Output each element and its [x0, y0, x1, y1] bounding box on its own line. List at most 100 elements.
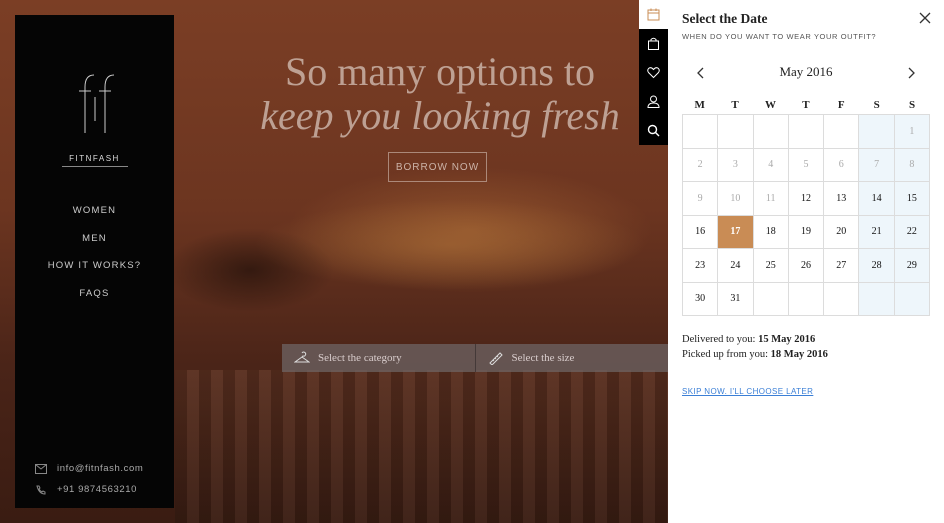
skip-date-link[interactable]: SKIP NOW. I'LL CHOOSE LATER	[682, 387, 813, 396]
user-icon	[647, 95, 660, 108]
weekday-header: MTWTFSS	[682, 99, 930, 111]
calendar-day[interactable]: 23	[683, 249, 719, 283]
contact-email[interactable]: info@fitnfash.com	[35, 458, 143, 479]
month-navigator: May 2016	[682, 64, 930, 82]
calendar-day: 7	[859, 148, 895, 182]
date-picker-panel: Select the Date WHEN DO YOU WANT TO WEAR…	[668, 0, 944, 523]
category-select-label: Select the category	[318, 352, 402, 364]
sidebar: FITNFASH WOMEN MEN HOW IT WORKS? FAQS in…	[15, 15, 174, 508]
calendar-empty-cell	[753, 115, 789, 149]
hero-carved-furniture	[175, 370, 668, 523]
size-select[interactable]: Select the size	[474, 344, 669, 372]
weekday-label: F	[837, 99, 845, 111]
calendar-day[interactable]: 26	[788, 249, 825, 283]
chevron-right-icon[interactable]	[904, 66, 918, 80]
calendar-day[interactable]: 24	[718, 249, 754, 283]
calendar-day[interactable]: 13	[824, 182, 860, 216]
delivered-row: Delivered to you: 15 May 2016	[682, 332, 828, 347]
calendar-day: 1	[894, 115, 930, 149]
calendar-empty-cell	[753, 282, 789, 316]
calendar-empty-cell	[824, 282, 860, 316]
wishlist-button[interactable]	[639, 58, 668, 87]
calendar-empty-cell	[683, 115, 719, 149]
weekday-label: T	[802, 99, 810, 111]
calendar-day: 5	[788, 148, 825, 182]
nav-item-faqs[interactable]: FAQS	[15, 288, 174, 316]
ruler-icon	[488, 352, 503, 365]
calendar-day[interactable]: 29	[894, 249, 930, 283]
calendar-day[interactable]: 16	[683, 215, 719, 249]
contact-phone[interactable]: +91 9874563210	[35, 479, 143, 500]
pickup-date: 18 May 2016	[770, 349, 828, 360]
account-button[interactable]	[639, 87, 668, 116]
brand-name: FITNFASH	[69, 154, 120, 163]
search-icon	[647, 124, 660, 137]
hero-headline-line2: keep you looking fresh	[260, 93, 620, 138]
calendar-day: 6	[824, 148, 860, 182]
nav-item-women[interactable]: WOMEN	[15, 205, 174, 233]
weekday-label: T	[731, 99, 739, 111]
calendar-icon	[647, 8, 660, 21]
hero-headline-line1: So many options to	[284, 49, 596, 94]
calendar-day[interactable]: 14	[859, 182, 895, 216]
calendar-empty-cell	[788, 282, 825, 316]
calendar-day[interactable]: 27	[824, 249, 860, 283]
calendar-day[interactable]: 21	[859, 215, 895, 249]
calendar-day: 4	[753, 148, 789, 182]
mail-icon	[35, 463, 47, 474]
phone-icon	[36, 485, 46, 495]
close-icon[interactable]	[919, 12, 931, 24]
calendar-grid: 1 2 3 4 5 6 7 8 9 10 11 12 13 14 15 16 17 18 19 20 21 22 23 24 2…	[682, 114, 930, 316]
calendar-empty-cell	[894, 282, 930, 316]
category-select[interactable]: Select the category	[282, 344, 475, 372]
brand-divider	[62, 166, 128, 167]
hanger-icon	[294, 351, 310, 363]
calendar-day: 9	[683, 182, 719, 216]
nav-item-how-it-works[interactable]: HOW IT WORKS?	[15, 260, 174, 288]
hero-headline: So many options to keep you looking fres…	[230, 50, 650, 138]
cart-button[interactable]	[639, 29, 668, 58]
weekday-label: W	[764, 99, 776, 111]
calendar-day[interactable]: 28	[859, 249, 895, 283]
nav-item-men[interactable]: MEN	[15, 233, 174, 261]
calendar-day[interactable]: 19	[788, 215, 825, 249]
calendar-day: 11	[753, 182, 789, 216]
heart-icon	[647, 67, 660, 79]
size-select-label: Select the size	[511, 352, 575, 364]
month-label: May 2016	[779, 64, 833, 79]
calendar-day: 2	[683, 148, 719, 182]
calendar-day[interactable]: 30	[683, 282, 719, 316]
calendar-empty-cell	[824, 115, 860, 149]
panel-subtitle: WHEN DO YOU WANT TO WEAR YOUR OUTFIT?	[682, 32, 877, 41]
hero-model-image	[170, 175, 668, 325]
weekday-label: S	[908, 99, 916, 111]
borrow-now-button[interactable]: BORROW NOW	[388, 152, 487, 182]
pickup-row: Picked up from you: 18 May 2016	[682, 347, 828, 362]
contact-phone-text: +91 9874563210	[57, 484, 137, 495]
calendar-day-selected[interactable]: 17	[718, 215, 754, 249]
calendar-empty-cell	[859, 282, 895, 316]
calendar-empty-cell	[859, 115, 895, 149]
delivered-date: 15 May 2016	[758, 334, 816, 345]
calendar-day[interactable]: 22	[894, 215, 930, 249]
weekday-label: S	[873, 99, 880, 111]
delivery-summary: Delivered to you: 15 May 2016 Picked up …	[682, 332, 828, 362]
calendar-day[interactable]: 15	[894, 182, 930, 216]
calendar-day[interactable]: 18	[753, 215, 789, 249]
fitnfash-logo-icon[interactable]	[75, 71, 115, 135]
calendar-day[interactable]: 31	[718, 282, 754, 316]
calendar-day: 10	[718, 182, 754, 216]
calendar-day: 8	[894, 148, 930, 182]
main-nav: WOMEN MEN HOW IT WORKS? FAQS	[15, 205, 174, 315]
delivered-label: Delivered to you:	[682, 334, 756, 345]
contact-info: info@fitnfash.com +91 9874563210	[35, 458, 143, 500]
calendar-day[interactable]: 25	[753, 249, 789, 283]
calendar-empty-cell	[788, 115, 825, 149]
calendar-button[interactable]	[639, 0, 668, 29]
pickup-label: Picked up from you:	[682, 349, 769, 360]
calendar-day[interactable]: 12	[788, 182, 825, 216]
search-button[interactable]	[639, 116, 668, 145]
calendar-empty-cell	[718, 115, 754, 149]
calendar-day[interactable]: 20	[824, 215, 860, 249]
calendar-day: 3	[718, 148, 754, 182]
